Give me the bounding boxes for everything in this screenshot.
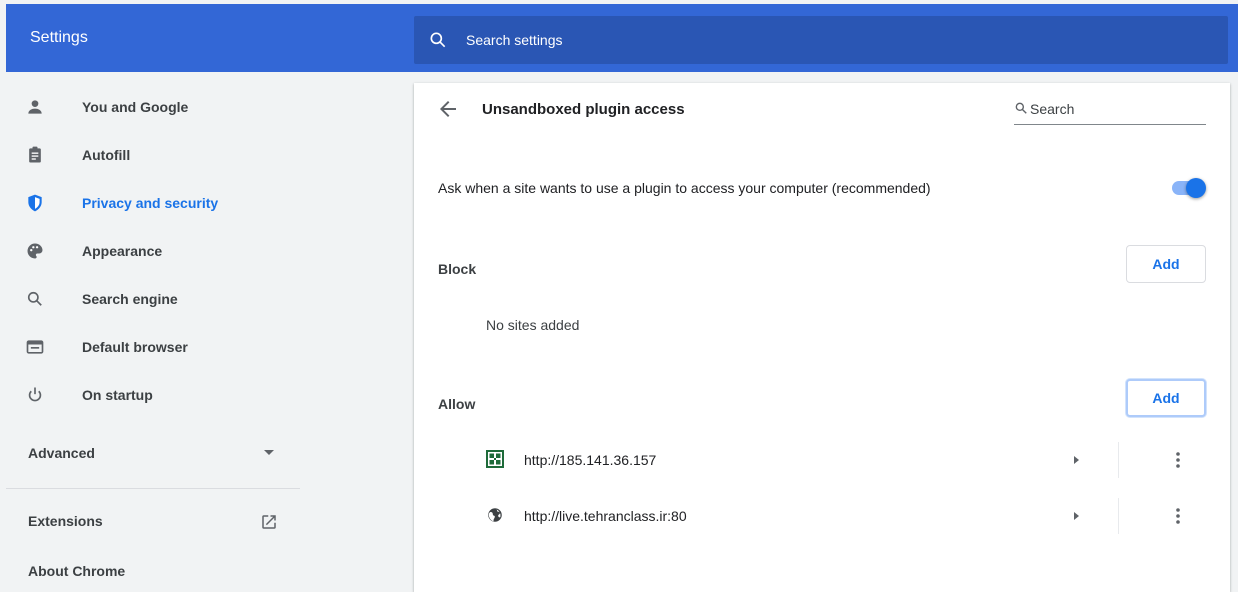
sidebar-item-label: On startup xyxy=(82,387,153,403)
about-label: About Chrome xyxy=(28,563,126,579)
person-icon xyxy=(28,100,42,114)
header-bar: Settings xyxy=(6,4,1238,72)
search-icon xyxy=(27,291,42,306)
block-add-button[interactable]: Add xyxy=(1126,245,1206,283)
more-vert-icon[interactable] xyxy=(1166,448,1190,472)
sidebar-item-about-chrome[interactable]: About Chrome xyxy=(6,547,306,592)
allow-heading: Allow xyxy=(438,396,476,412)
sidebar: You and Google Autofill Privacy and secu… xyxy=(6,83,406,592)
sidebar-advanced-toggle[interactable]: Advanced xyxy=(6,429,306,477)
browser-window-icon xyxy=(26,340,44,354)
clipboard-icon xyxy=(29,146,41,163)
palette-icon xyxy=(27,243,43,259)
row-separator xyxy=(1118,498,1119,534)
sidebar-item-label: Default browser xyxy=(82,339,188,355)
header: Settings xyxy=(0,0,1238,83)
subpage-search-input[interactable] xyxy=(1030,97,1200,121)
block-heading: Block xyxy=(438,261,477,277)
sidebar-item-label: Privacy and security xyxy=(82,195,219,211)
allow-add-button[interactable]: Add xyxy=(1126,379,1206,417)
page-title: Unsandboxed plugin access xyxy=(482,101,685,118)
more-vert-icon[interactable] xyxy=(1166,504,1190,528)
ask-setting-label: Ask when a site wants to use a plugin to… xyxy=(438,180,931,196)
sidebar-item-extensions[interactable]: Extensions xyxy=(6,497,306,545)
subpage-search[interactable] xyxy=(1014,91,1206,125)
site-row[interactable]: http://live.tehranclass.ir:80 xyxy=(414,488,1230,544)
sidebar-item-label: Search engine xyxy=(82,291,178,307)
ask-toggle[interactable] xyxy=(1170,178,1206,198)
power-icon xyxy=(28,387,42,402)
settings-search-input[interactable] xyxy=(466,16,1206,64)
globe-icon xyxy=(488,508,502,522)
sidebar-item-label: Autofill xyxy=(82,147,131,163)
chevron-down-icon xyxy=(264,450,274,455)
advanced-label: Advanced xyxy=(28,445,95,461)
sidebar-item-label: Appearance xyxy=(82,243,163,259)
sidebar-item-appearance[interactable]: Appearance xyxy=(6,227,306,275)
sidebar-item-label: You and Google xyxy=(82,99,189,115)
sidebar-divider xyxy=(6,488,300,489)
search-icon xyxy=(430,32,446,48)
sidebar-item-search-engine[interactable]: Search engine xyxy=(6,275,306,323)
app-title: Settings xyxy=(30,29,88,46)
site-url: http://live.tehranclass.ir:80 xyxy=(524,508,687,524)
expand-arrow-icon[interactable] xyxy=(1074,456,1079,464)
site-url: http://185.141.36.157 xyxy=(524,452,657,468)
shield-icon xyxy=(28,194,42,212)
open-in-new-icon xyxy=(262,515,276,529)
sidebar-item-you-and-google[interactable]: You and Google xyxy=(6,83,306,131)
back-arrow-icon[interactable] xyxy=(436,97,460,121)
block-empty-text: No sites added xyxy=(486,317,580,333)
search-icon xyxy=(1015,102,1027,114)
site-row[interactable]: http://185.141.36.157 xyxy=(414,432,1230,488)
settings-card: Unsandboxed plugin access Ask when a sit… xyxy=(414,83,1230,592)
sidebar-item-on-startup[interactable]: On startup xyxy=(6,371,306,419)
sidebar-item-privacy-and-security[interactable]: Privacy and security xyxy=(6,179,306,227)
settings-search-box[interactable] xyxy=(414,16,1228,64)
site-favicon-icon xyxy=(486,450,504,468)
extensions-label: Extensions xyxy=(28,513,103,529)
expand-arrow-icon[interactable] xyxy=(1074,512,1079,520)
toggle-thumb xyxy=(1186,178,1206,198)
sidebar-item-default-browser[interactable]: Default browser xyxy=(6,323,306,371)
row-separator xyxy=(1118,442,1119,478)
sidebar-item-autofill[interactable]: Autofill xyxy=(6,131,306,179)
